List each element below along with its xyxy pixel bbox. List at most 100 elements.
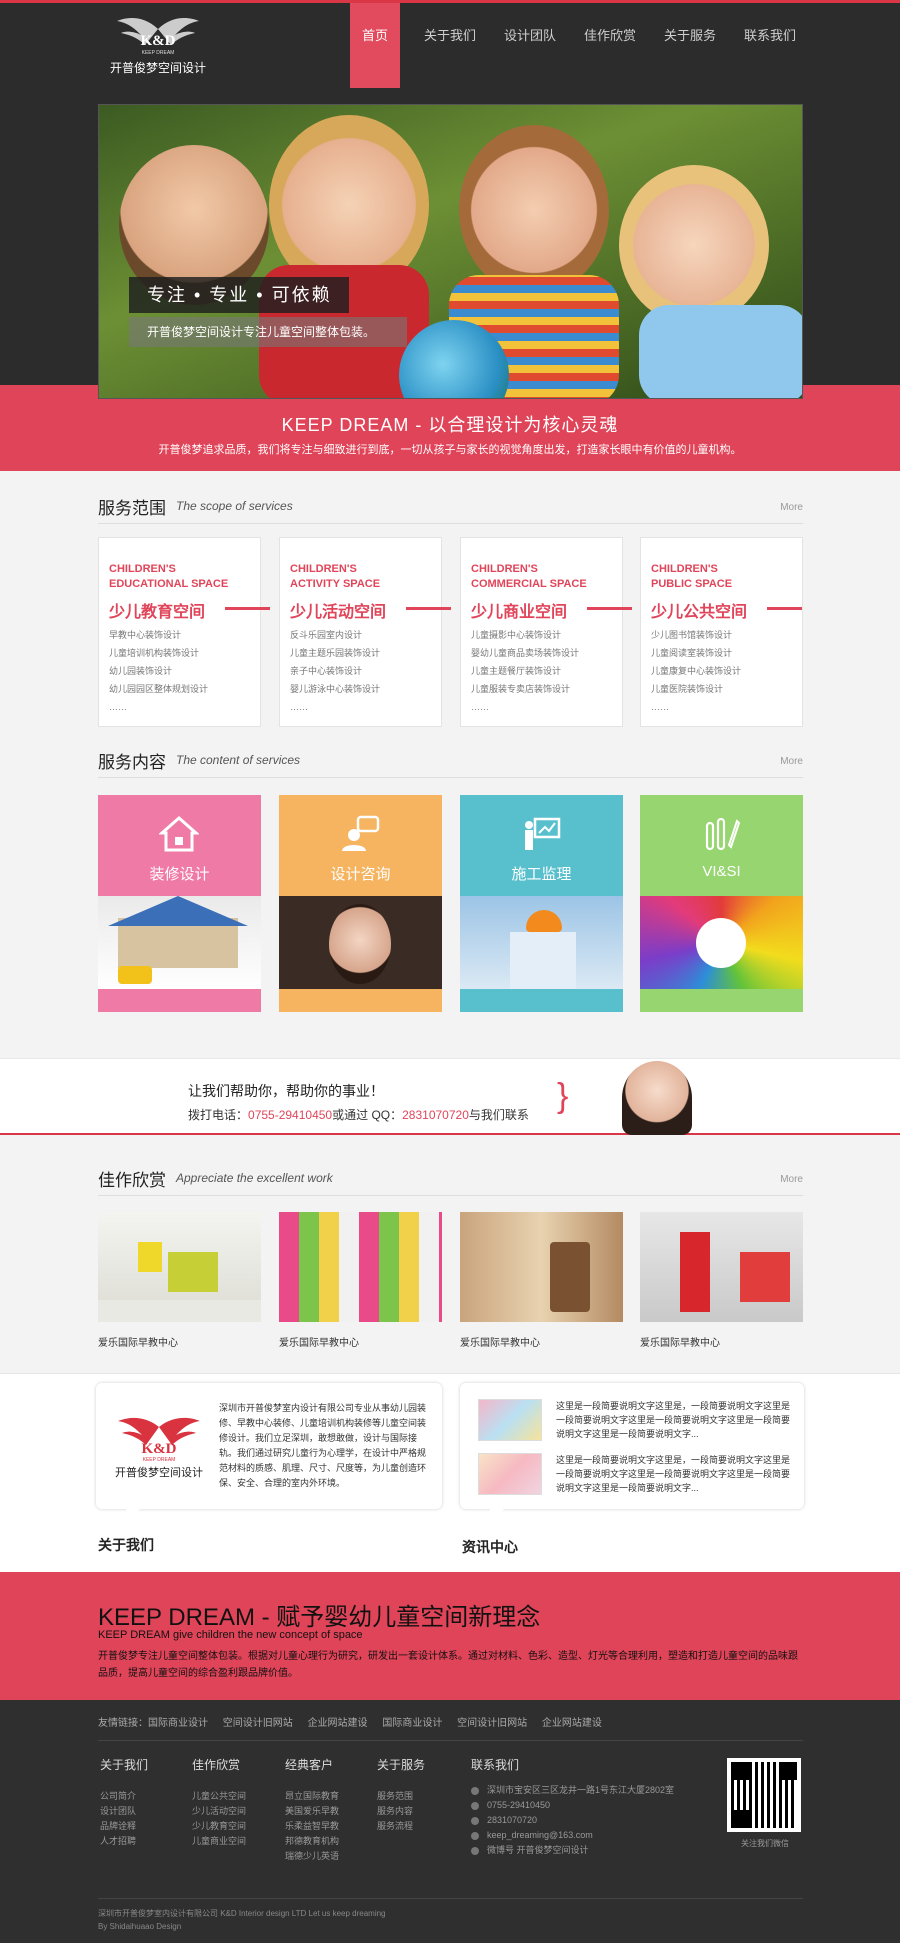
nav-service[interactable]: 关于服务 xyxy=(650,3,730,88)
mission-title: KEEP DREAM - 以合理设计为核心灵魂 xyxy=(281,415,619,435)
card-list: 早教中心装饰设计 儿童培训机构装饰设计 幼儿园装饰设计 幼儿园园区整体规划设计…… xyxy=(109,630,209,712)
friend-link[interactable]: 友情链接：国际商业设计 xyxy=(98,1718,208,1729)
scope-card[interactable]: CHILDREN'S EDUCATIONAL SPACE 少儿教育空间 早教中心装… xyxy=(98,537,270,727)
work-image xyxy=(98,1212,261,1322)
content-title: 服务内容 xyxy=(98,753,166,772)
service-tile[interactable]: VI&SI xyxy=(640,795,803,1012)
concept-band: KEEP DREAM - 赋予婴幼儿童空间新理念 KEEP DREAM give… xyxy=(0,1572,900,1700)
work-item[interactable]: 爱乐国际早教中心 xyxy=(460,1212,623,1349)
weibo-icon xyxy=(471,1846,479,1855)
svg-text:KEEP DREAM: KEEP DREAM xyxy=(143,1457,176,1463)
card-list: 儿童摄影中心装饰设计 婴幼儿童商品卖场装饰设计 儿童主题餐厅装饰设计 儿童服装专卖店装… xyxy=(471,630,580,712)
footer-col: 关于我们 公司简介 设计团队 品牌诠释 人才招聘 xyxy=(100,1758,149,1846)
card-title: 少儿商业空间 xyxy=(471,604,568,621)
logo-sub: KEEP DREAM xyxy=(142,50,175,56)
work-image xyxy=(640,1212,803,1322)
works-header: 佳作欣赏 Appreciate the excellent work More xyxy=(98,1160,803,1196)
works-en: Appreciate the excellent work xyxy=(176,1171,333,1185)
friend-link[interactable]: 空间设计旧网站 xyxy=(223,1718,293,1729)
card-title: 少儿活动空间 xyxy=(290,604,387,621)
footer: 友情链接：国际商业设计 空间设计旧网站 企业网站建设 国际商业设计 空间设计旧网… xyxy=(0,1700,900,1943)
scope-card[interactable]: CHILDREN'S ACTIVITY SPACE 少儿活动空间 反斗乐园室内设计… xyxy=(279,537,451,727)
support-agent-image xyxy=(622,1061,692,1135)
mission-sub: 开普俊梦追求品质，我们将专注与细致进行到底，一切从孩子与家长的视觉角度出发，打造… xyxy=(158,444,742,456)
news-box[interactable]: 这里是一段简要说明文字这里是，一段简要说明文字这里是一段简要说明文字这里是一段简… xyxy=(460,1383,804,1523)
friend-link[interactable]: 企业网站建设 xyxy=(308,1718,368,1729)
news-thumb xyxy=(478,1399,542,1441)
scope-title: 服务范围 xyxy=(98,499,166,518)
work-item[interactable]: 爱乐国际早教中心 xyxy=(98,1212,261,1349)
about-box[interactable]: K&D KEEP DREAM 开普俊梦空间设计 深圳市开普俊梦室内设计有限公司专… xyxy=(96,1383,442,1523)
work-item[interactable]: 爱乐国际早教中心 xyxy=(279,1212,442,1349)
news-label: 资讯中心 xyxy=(462,1539,518,1555)
work-image xyxy=(279,1212,442,1322)
service-tile[interactable]: 设计咨询 xyxy=(279,795,442,1012)
scope-card[interactable]: CHILDREN'S COMMERCIAL SPACE 少儿商业空间 儿童摄影中心… xyxy=(460,537,632,727)
work-caption: 爱乐国际早教中心 xyxy=(98,1338,178,1349)
main-nav: 首页 关于我们 设计团队 佳作欣赏 关于服务 联系我们 xyxy=(350,3,810,88)
service-tile[interactable]: 装修设计 xyxy=(98,795,261,1012)
service-tile[interactable]: 施工监理 xyxy=(460,795,623,1012)
pens-icon xyxy=(705,817,741,851)
svg-text:开普俊梦空间设计: 开普俊梦空间设计 xyxy=(115,1465,203,1479)
phone-icon xyxy=(471,1801,479,1810)
svg-text:K&D: K&D xyxy=(142,1441,177,1457)
house-icon xyxy=(159,815,199,852)
kd-logo-icon: K&D KEEP DREAM 开普俊梦空间设计 xyxy=(115,1417,203,1479)
about-text: 深圳市开普俊梦室内设计有限公司专业从事幼儿园装修、早教中心装修、儿童培训机构装修… xyxy=(219,1403,427,1488)
scope-card[interactable]: CHILDREN'S PUBLIC SPACE 少儿公共空间 少儿图书馆装饰设计儿… xyxy=(640,537,803,727)
friend-links: 友情链接：国际商业设计 空间设计旧网站 企业网站建设 国际商业设计 空间设计旧网… xyxy=(98,1714,612,1729)
news-item[interactable]: 这里是一段简要说明文字这里是，一段简要说明文字这里是一段简要说明文字这里是一段简… xyxy=(478,1399,798,1445)
footer-col: 佳作欣赏 儿童公共空间 少儿活动空间 少儿教育空间 儿童商业空间 xyxy=(192,1758,247,1846)
copyright: 深圳市开普俊梦室内设计有限公司 K&D Interior design LTD … xyxy=(98,1909,386,1931)
work-image xyxy=(460,1212,623,1322)
work-caption: 爱乐国际早教中心 xyxy=(460,1338,540,1349)
hero-description: 开普俊梦空间设计专注儿童空间整体包装。 xyxy=(129,317,407,347)
nav-about[interactable]: 关于我们 xyxy=(410,3,490,88)
work-caption: 爱乐国际早教中心 xyxy=(640,1338,720,1349)
hero-banner[interactable]: 专注 • 专业 • 可依赖 开普俊梦空间设计专注儿童空间整体包装。 xyxy=(98,104,803,399)
work-item[interactable]: 爱乐国际早教中心 xyxy=(640,1212,803,1349)
nav-team[interactable]: 设计团队 xyxy=(490,3,570,88)
friend-link[interactable]: 企业网站建设 xyxy=(542,1718,602,1729)
footer-col: 经典客户 昂立国际教育 美国爱乐早教 乐柔益智早教 邦德教育机构 瑞德少儿英语 xyxy=(285,1758,340,1861)
logo[interactable]: K&D KEEP DREAM 开普俊梦空间设计 xyxy=(108,11,208,81)
email-icon xyxy=(471,1831,479,1840)
phone-number[interactable]: 0755-29410450 xyxy=(248,1108,332,1122)
tile-label: VI&SI xyxy=(702,863,741,880)
wings-logo-icon: K&D KEEP DREAM xyxy=(117,18,199,56)
friend-link[interactable]: 国际商业设计 xyxy=(382,1718,442,1729)
hero-tagline: 专注 • 专业 • 可依赖 xyxy=(129,277,349,313)
scope-more-link[interactable]: More xyxy=(780,502,803,513)
news-text: 这里是一段简要说明文字这里是，一段简要说明文字这里是一段简要说明文字这里是一段简… xyxy=(556,1401,791,1439)
nav-works[interactable]: 佳作欣赏 xyxy=(570,3,650,88)
about-label: 关于我们 xyxy=(98,1537,154,1553)
color-pencils-image xyxy=(640,896,803,989)
brand-name: 开普俊梦空间设计 xyxy=(109,61,206,75)
news-item[interactable]: 这里是一段简要说明文字这里是，一段简要说明文字这里是一段简要说明文字这里是一段简… xyxy=(478,1453,798,1499)
scope-header: 服务范围 The scope of services More xyxy=(98,488,803,524)
qq-icon xyxy=(471,1816,479,1825)
work-caption: 爱乐国际早教中心 xyxy=(279,1338,359,1349)
card-title: 少儿教育空间 xyxy=(109,604,206,621)
tile-label: 设计咨询 xyxy=(330,866,391,883)
friend-link[interactable]: 空间设计旧网站 xyxy=(457,1718,527,1729)
qr-code xyxy=(727,1758,801,1832)
qr-caption: 关注我们微信 xyxy=(741,1839,789,1848)
content-header: 服务内容 The content of services More xyxy=(98,742,803,778)
nav-contact[interactable]: 联系我们 xyxy=(730,3,810,88)
qq-number[interactable]: 2831070720 xyxy=(402,1108,469,1122)
logo-text: K&D xyxy=(141,33,176,49)
house-model-image xyxy=(98,896,261,989)
works-title: 佳作欣赏 xyxy=(98,1171,166,1190)
child-photo-4 xyxy=(619,165,769,325)
nav-home[interactable]: 首页 xyxy=(350,3,400,88)
news-thumb xyxy=(478,1453,542,1495)
works-more-link[interactable]: More xyxy=(780,1174,803,1185)
content-en: The content of services xyxy=(176,753,301,767)
contact-banner: 让我们帮助你，帮助你的事业！ 拨打电话：0755-29410450或通过 QQ：… xyxy=(0,1058,900,1135)
help-line: 让我们帮助你，帮助你的事业！ xyxy=(188,1083,384,1099)
concept-sub: KEEP DREAM give children the new concept… xyxy=(98,1629,363,1641)
content-more-link[interactable]: More xyxy=(780,756,803,767)
footer-col: 关于服务 服务范围 服务内容 服务流程 xyxy=(377,1758,426,1831)
